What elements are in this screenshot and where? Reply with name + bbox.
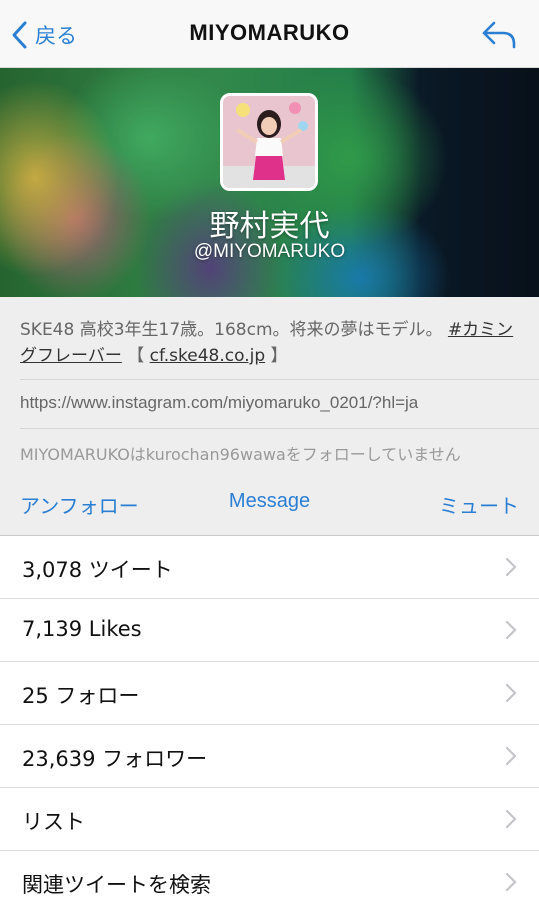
- list-item-following[interactable]: 25 フォロー: [0, 662, 539, 725]
- list-item-tweets[interactable]: 3,078 ツイート: [0, 536, 539, 599]
- chevron-right-icon: [505, 809, 517, 829]
- user-handle: @MIYOMARUKO: [193, 241, 346, 262]
- website-link[interactable]: https://www.instagram.com/miyomaruko_020…: [20, 393, 418, 413]
- navigation-bar: 戻る MIYOMARUKO: [0, 0, 539, 68]
- list-item-lists[interactable]: リスト: [0, 788, 539, 851]
- profile-menu-list: 3,078 ツイート 7,139 Likes 25 フォロー 23,639 フォ…: [0, 536, 539, 914]
- list-item-label: 23,639 フォロワー: [22, 747, 208, 771]
- follow-status-text: MIYOMARUKOはkurochan96wawaをフォローしていません: [20, 445, 461, 464]
- reply-icon[interactable]: [481, 20, 517, 50]
- list-item-label: 関連ツイートを検索: [22, 873, 211, 897]
- avatar-image: [223, 96, 315, 188]
- profile-actions: アンフォロー Message ミュート: [20, 490, 519, 520]
- display-name: 野村実代: [209, 209, 330, 244]
- divider: [20, 428, 539, 429]
- chevron-right-icon: [505, 683, 517, 703]
- list-item-label: 3,078 ツイート: [22, 558, 173, 582]
- list-item-label: 25 フォロー: [22, 684, 140, 708]
- bio-bracket-open: 【: [127, 346, 145, 366]
- mute-button[interactable]: ミュート: [439, 490, 519, 519]
- bio: SKE48 高校3年生17歳。168cm。将来の夢はモデル。 #カミングフレーバ…: [20, 317, 520, 369]
- chevron-right-icon: [505, 557, 517, 577]
- divider: [20, 379, 539, 380]
- list-item-search-related[interactable]: 関連ツイートを検索: [0, 851, 539, 914]
- bio-text: SKE48 高校3年生17歳。168cm。将来の夢はモデル。: [20, 320, 443, 340]
- list-item-likes[interactable]: 7,139 Likes: [0, 599, 539, 662]
- chevron-right-icon: [505, 746, 517, 766]
- profile-banner: 野村実代 @MIYOMARUKO: [0, 68, 539, 297]
- list-item-followers[interactable]: 23,639 フォロワー: [0, 725, 539, 788]
- bio-website-link[interactable]: cf.ske48.co.jp: [150, 346, 265, 366]
- profile-info: SKE48 高校3年生17歳。168cm。将来の夢はモデル。 #カミングフレーバ…: [0, 297, 539, 536]
- bio-bracket-close: 】: [270, 346, 288, 366]
- chevron-right-icon: [505, 872, 517, 892]
- chevron-right-icon: [505, 620, 517, 640]
- list-item-label: 7,139 Likes: [22, 617, 142, 641]
- page-title: MIYOMARUKO: [189, 20, 350, 45]
- avatar[interactable]: [220, 93, 318, 191]
- list-item-label: リスト: [22, 810, 85, 834]
